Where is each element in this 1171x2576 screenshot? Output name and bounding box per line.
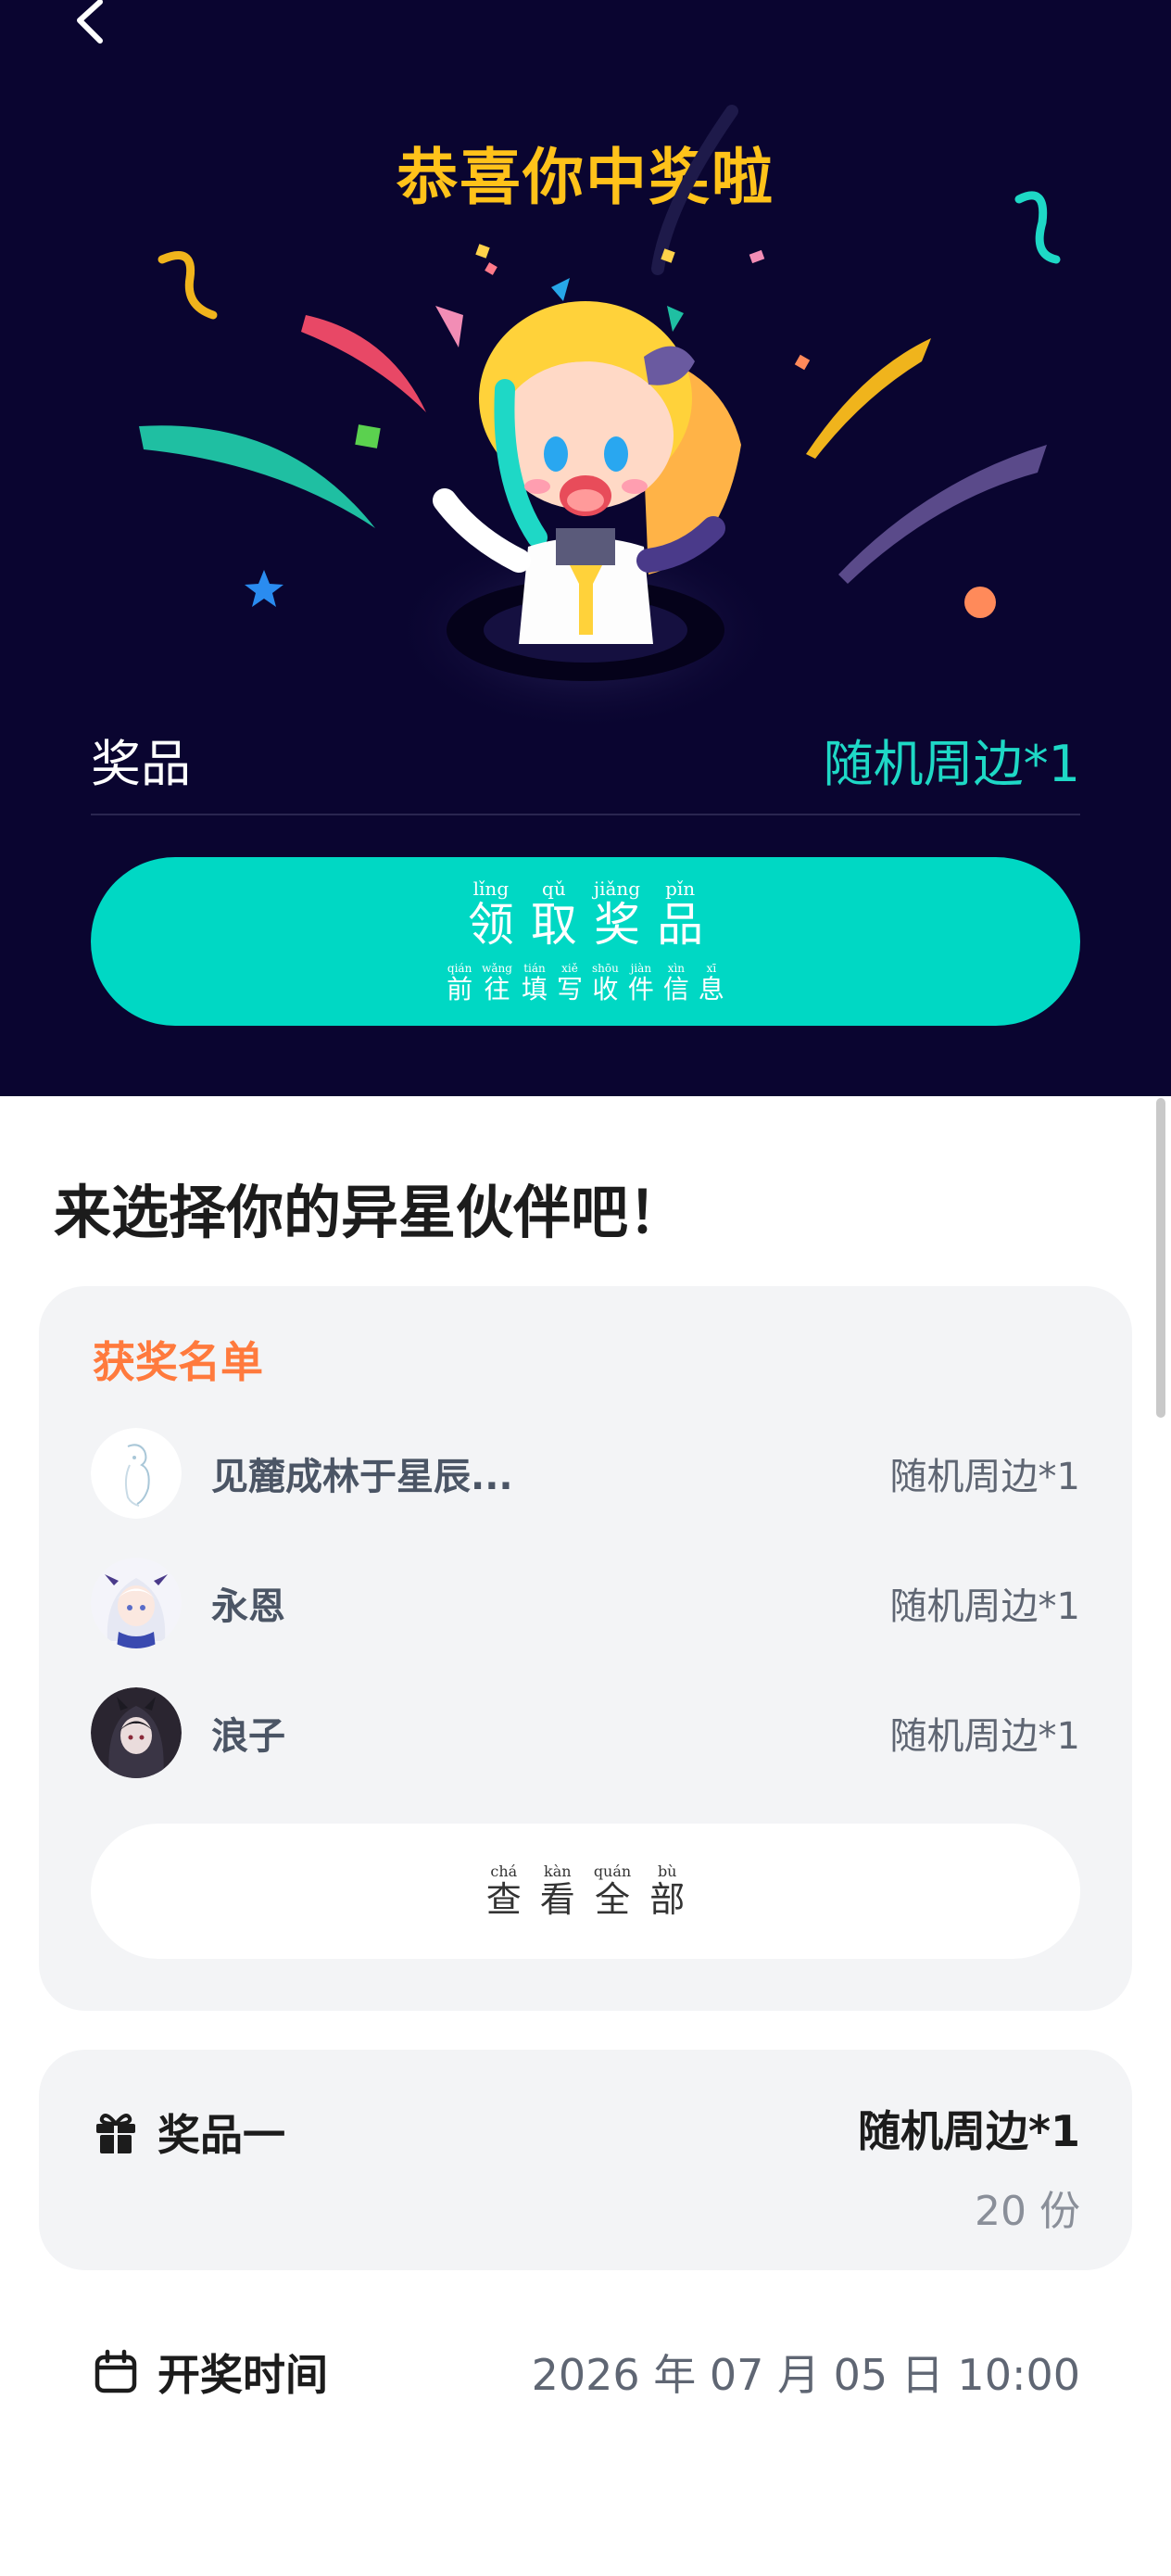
back-chevron-icon[interactable] — [65, 0, 120, 56]
gift-icon — [96, 2114, 135, 2153]
ruby-char: quán 全 — [593, 1863, 632, 1920]
ruby-char: xìn 信 — [662, 962, 689, 1004]
hero-banner: 恭喜你中奖啦 奖品 随机周边*1 lǐng 领 qǔ 取 jiǎng 奖 pǐn… — [0, 0, 1171, 1096]
winner-name: 见麓成林于星辰... — [211, 1456, 513, 1498]
ruby-char: wǎng 往 — [482, 962, 512, 1004]
anime-girl-white-hair-avatar — [91, 1558, 182, 1648]
prize-detail-card: 奖品一 随机周边*1 20 份 — [39, 2050, 1132, 2270]
claim-button-sub-text: qián 前 wǎng 往 tián 填 xiě 写 shōu 收 jiàn 件 xìn 信 … — [442, 962, 729, 1004]
draw-time-label: 开奖时间 — [157, 2350, 328, 2400]
ruby-char: shōu 收 — [592, 962, 619, 1004]
anime-girl-dark-avatar — [91, 1687, 182, 1778]
winner-row[interactable]: 永恩 随机周边*1 — [91, 1557, 1080, 1649]
claim-button-main-text: lǐng 领 qǔ 取 jiǎng 奖 pǐn 品 — [460, 878, 711, 951]
prize-summary-row: 奖品 随机周边*1 — [91, 704, 1080, 815]
prize-value: 随机周边*1 — [823, 734, 1080, 793]
ruby-char: jiǎng 奖 — [593, 878, 641, 952]
claim-prize-button[interactable]: lǐng 领 qǔ 取 jiǎng 奖 pǐn 品 qián 前 wǎng 往 tián 填 … — [91, 857, 1080, 1026]
ruby-char: jiàn 件 — [627, 962, 654, 1004]
view-all-button[interactable]: chá 查 kàn 看 quán 全 bù 部 — [91, 1824, 1080, 1959]
calendar-icon — [94, 2349, 137, 2393]
prize-detail-label: 奖品一 — [157, 2110, 285, 2160]
ruby-char: xī 息 — [698, 962, 724, 1004]
winner-prize: 随机周边*1 — [889, 1715, 1080, 1758]
section-title: 来选择你的异星伙伴吧！ — [54, 1179, 686, 1246]
winner-name: 永恩 — [211, 1585, 285, 1628]
winner-prize: 随机周边*1 — [889, 1456, 1080, 1498]
ruby-char: qián 前 — [447, 962, 473, 1004]
draw-time-value: 2026 年 07 月 05 日 10:00 — [531, 2350, 1080, 2400]
winner-name: 浪子 — [211, 1715, 285, 1758]
prize-label: 奖品 — [91, 734, 191, 793]
ruby-char: lǐng 领 — [467, 878, 514, 952]
sketch-avatar — [91, 1428, 182, 1519]
ruby-char: bù 部 — [649, 1863, 686, 1920]
mascot-celebration-illustration — [139, 105, 1061, 732]
prize-detail-count: 20 份 — [975, 2188, 1080, 2235]
winners-list-card: 获奖名单 见麓成林于星辰... 随机周边*1 永恩 随机周边*1 浪子 随机周边… — [39, 1286, 1132, 2011]
draw-time-label-group: 开奖时间 — [93, 2342, 328, 2403]
scrollbar[interactable] — [1156, 1098, 1165, 1418]
prize-detail-label-group: 奖品一 — [93, 2102, 285, 2163]
ruby-char: pǐn 品 — [657, 878, 704, 952]
prize-detail-value: 随机周边*1 — [857, 2106, 1080, 2156]
view-all-text: chá 查 kàn 看 quán 全 bù 部 — [477, 1863, 694, 1920]
ruby-char: xiě 写 — [556, 962, 583, 1004]
winners-heading: 获奖名单 — [93, 1337, 263, 1387]
winner-row[interactable]: 见麓成林于星辰... 随机周边*1 — [91, 1427, 1080, 1520]
prize-detail-values: 随机周边*1 20 份 — [858, 2098, 1080, 2237]
ruby-char: qǔ 取 — [530, 878, 577, 952]
ruby-char: kàn 看 — [539, 1863, 575, 1920]
ruby-char: tián 填 — [521, 962, 548, 1004]
winner-prize: 随机周边*1 — [889, 1585, 1080, 1628]
winner-row[interactable]: 浪子 随机周边*1 — [91, 1686, 1080, 1779]
draw-time-row: 开奖时间 2026 年 07 月 05 日 10:00 — [93, 2335, 1080, 2409]
ruby-char: chá 查 — [485, 1863, 522, 1920]
